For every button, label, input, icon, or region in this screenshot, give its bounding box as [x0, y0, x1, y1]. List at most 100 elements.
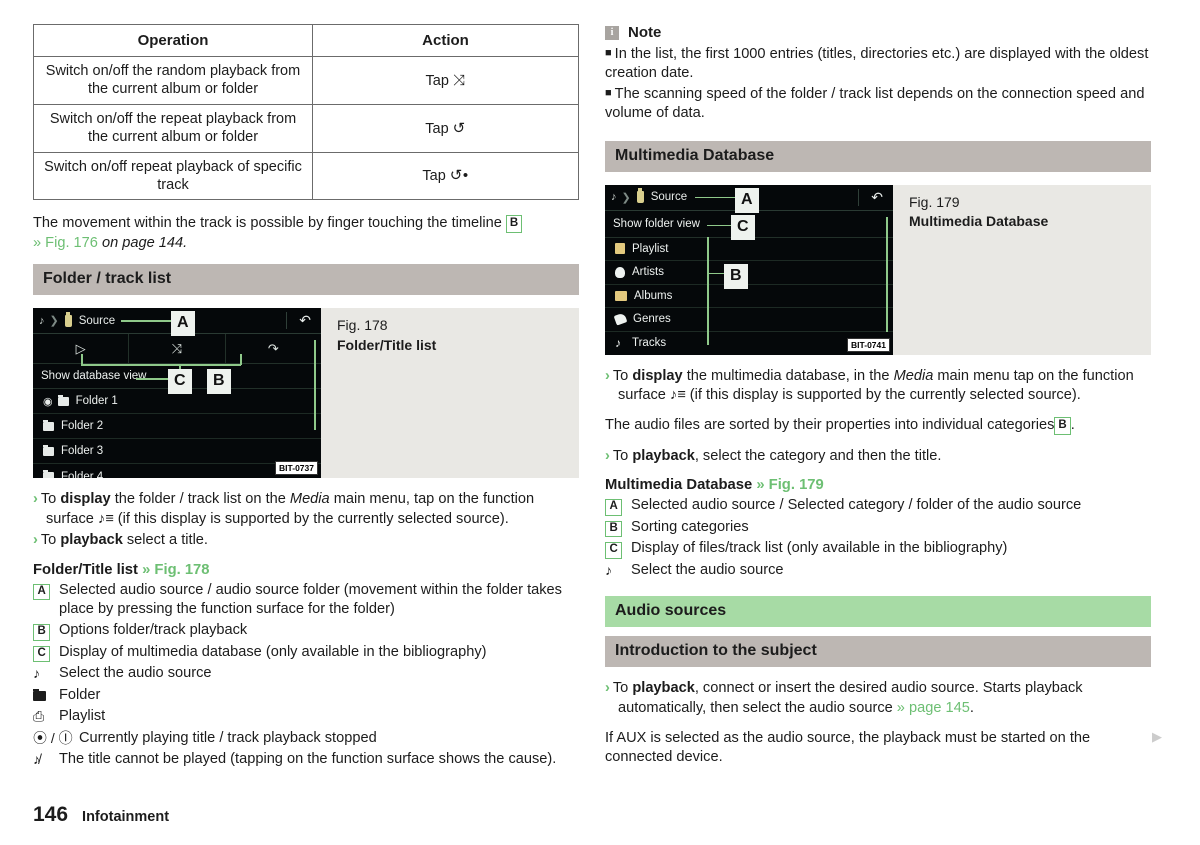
playlist-icon [615, 243, 625, 255]
legend-text: Select the audio source [59, 665, 212, 682]
back-arrow-icon[interactable]: ↶ [871, 189, 887, 206]
section-header-folder-track-list: Folder / track list [33, 264, 579, 296]
note-block: i Note ■ In the list, the first 1000 entr… [605, 24, 1151, 124]
instr-pre: To [612, 447, 633, 464]
list-item[interactable]: Genres [605, 308, 893, 332]
instr-ital: Media [893, 367, 934, 384]
legend-title-text: Multimedia Database [605, 477, 757, 494]
repeat-icon: ↺ [452, 119, 466, 137]
table-row: Switch on/off the repeat playback from t… [33, 103, 579, 153]
left-instructions: › To display the folder / track list on t… [33, 490, 579, 550]
infotainment-screen-178: ♪ ❯ Source ↶ ▷ ⤨ ↷ Show database view ◉ [33, 308, 321, 479]
fig-179-reference[interactable]: » Fig. 179 [756, 477, 823, 493]
instruction-display-db: › To display the multimedia database, in … [605, 367, 1151, 406]
back-arrow-icon[interactable]: ↶ [299, 312, 315, 329]
topbar-divider [286, 312, 287, 330]
leader-bracket-b-h [81, 364, 241, 366]
legend-item: A Selected audio source / Selected categ… [605, 496, 1151, 516]
list-item-label: Artists [632, 266, 664, 279]
music-note-icon[interactable]: ♪ [39, 315, 45, 327]
track-music-note-icon: ♪ [615, 336, 621, 351]
legend-key-c: C [33, 643, 59, 663]
leader-bracket-b-r [240, 354, 242, 366]
music-note-icon: ♪ [605, 561, 612, 578]
screen-scrollbar[interactable] [886, 216, 888, 332]
infotainment-screen-179: ♪ ❯ Source ↶ Show folder view Playlist A… [605, 184, 893, 355]
legend-title-179: Multimedia Database » Fig. 179 [605, 477, 1151, 493]
legend-item: ⎙ Playlist [33, 707, 579, 726]
instr-bold: playback [632, 680, 695, 697]
screen-playback-toolbar: ▷ ⤨ ↷ [33, 334, 321, 365]
instr-post: the folder / track list on the [110, 491, 290, 508]
table-header-operation: Operation [33, 23, 313, 58]
list-item[interactable]: Playlist [605, 238, 893, 262]
list-item[interactable]: Folder 2 [33, 414, 321, 440]
inline-box-b: B [505, 215, 523, 234]
list-item-label: Tracks [632, 337, 667, 350]
note-item: ■ In the list, the first 1000 entries (ti… [605, 45, 1151, 84]
legend-item: ⦿ / Ⓘ Currently playing title / track pl… [33, 729, 579, 748]
note-item-text: In the list, the first 1000 entries (tit… [605, 46, 1149, 82]
play-pause-icons: ⦿ / Ⓘ [33, 729, 73, 746]
aux-paragraph: If AUX is selected as the audio source, … [605, 729, 1091, 766]
figure-number: Fig. 179 [909, 193, 960, 210]
folder-icon [33, 686, 59, 705]
sorted-text-1: The audio files are sorted by their prop… [605, 417, 1055, 434]
legend-title-178: Folder/Title list » Fig. 178 [33, 562, 579, 578]
sorted-categories-paragraph: The audio files are sorted by their prop… [605, 416, 1151, 436]
show-folder-view-label: Show folder view [613, 217, 700, 230]
page-145-reference[interactable]: » page 145 [897, 700, 970, 716]
fig-178-reference[interactable]: » Fig. 178 [142, 562, 209, 578]
instr-pre: To [40, 532, 61, 549]
sorted-text-2: . [1070, 417, 1075, 434]
instruction-playback-db: › To playback, select the category and th… [605, 447, 1151, 466]
operation-action-table: Operation Action Switch on/off the rando… [33, 23, 579, 201]
screen-scrollbar[interactable] [314, 340, 316, 431]
list-item[interactable]: Artists [605, 261, 893, 285]
breadcrumb-chevron-icon: ❯ [49, 315, 59, 328]
table-cell-action: Tap ↺• [312, 151, 579, 201]
fig-176-reference[interactable]: » Fig. 176 [33, 235, 98, 251]
topbar-divider [858, 188, 859, 206]
list-item-label: Folder 1 [75, 395, 118, 408]
leader-line-b-h [707, 272, 725, 275]
list-item[interactable]: Albums [605, 285, 893, 309]
table-cell-operation: Switch on/off the repeat playback from t… [33, 103, 313, 153]
table-cell-action: Tap ⤨ [312, 56, 579, 105]
source-label[interactable]: Source [651, 191, 687, 203]
figure-number: Fig. 178 [337, 317, 388, 334]
right-instructions-1: › To display the multimedia database, in … [605, 367, 1151, 406]
figure-title: Multimedia Database [909, 212, 1049, 229]
instr-ital: Media [289, 491, 330, 508]
section-header-introduction: Introduction to the subject [605, 636, 1151, 668]
legend-key-c: C [605, 539, 631, 559]
leader-line-a [695, 196, 737, 199]
music-note-icon[interactable]: ♪ [611, 191, 617, 203]
callout-c: C [731, 214, 755, 240]
table-cell-operation: Switch on/off repeat playback of specifi… [33, 151, 313, 201]
show-database-view-label: Show database view [41, 370, 147, 383]
legend-text: Display of multimedia database (only ava… [59, 643, 487, 660]
folder-icon [43, 419, 54, 431]
square-bullet-icon: ■ [605, 47, 612, 59]
instr-bold: display [60, 491, 111, 508]
music-note-icon: ♪ [33, 665, 40, 682]
instr-post2: . [969, 699, 974, 716]
leader-bracket-b-l [81, 354, 83, 366]
source-label[interactable]: Source [79, 315, 115, 327]
artist-icon [615, 266, 625, 278]
callout-a: A [735, 187, 759, 213]
page-number: 146 [33, 803, 69, 826]
leader-line-c [136, 378, 170, 380]
folder-icon [43, 444, 54, 456]
instr-bold: playback [632, 447, 695, 464]
shuffle-button[interactable]: ⤨ [128, 334, 224, 364]
instruction-playback: › To playback select a title. [33, 531, 579, 550]
table-row: Switch on/off the random playback from t… [33, 56, 579, 105]
chevron-bullet-icon: › [33, 491, 38, 508]
legend-item: B Sorting categories [605, 518, 1151, 538]
album-icon [615, 290, 627, 301]
legend-text: Select the audio source [631, 561, 784, 578]
leader-line-c [707, 224, 733, 227]
legend-text: Options folder/track playback [59, 622, 248, 639]
